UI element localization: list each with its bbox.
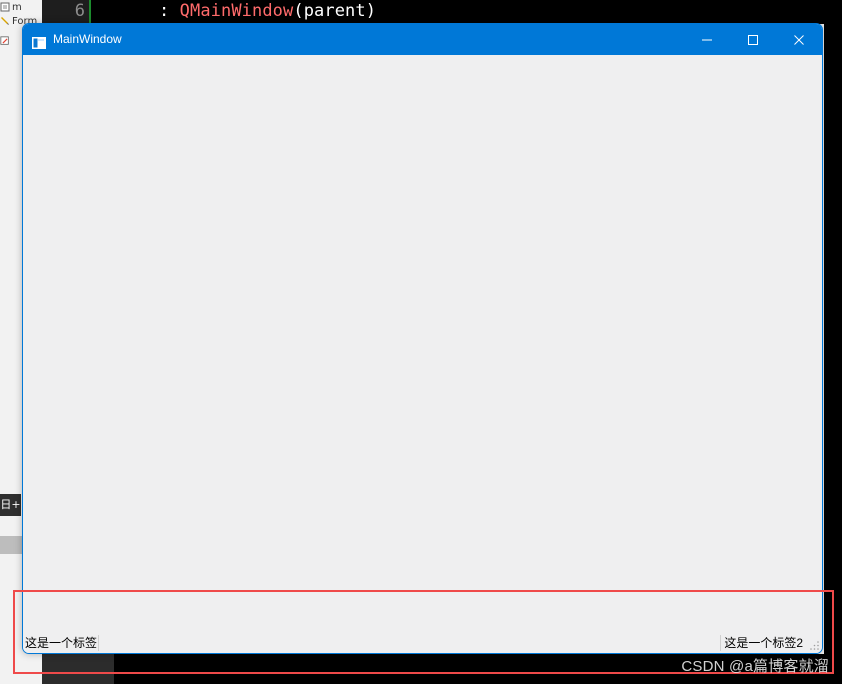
size-grip-icon[interactable] (808, 639, 820, 651)
close-button[interactable] (776, 24, 822, 55)
form-icon (0, 16, 10, 26)
status-label-right: 这是一个标签2 (720, 635, 803, 651)
screen: m Form 6 : QMainWindow(parent) 日+ MainWi… (0, 0, 842, 684)
file-icon (0, 2, 10, 12)
ide-bottom-panel-tab[interactable]: 日+ (0, 494, 21, 516)
central-widget (23, 55, 822, 633)
ide-file-item-label: m (12, 1, 22, 13)
close-icon (794, 34, 804, 45)
ide-line-gutter: 6 (42, 0, 91, 24)
code-open-parenthesis: ( (293, 1, 304, 21)
window-titlebar[interactable]: MainWindow (23, 24, 822, 55)
minimize-icon (702, 39, 712, 40)
maximize-button[interactable] (730, 24, 776, 55)
edit-form-icon (0, 36, 10, 46)
code-close-parenthesis: ) (365, 1, 377, 21)
code-line: : QMainWindow(parent) (159, 1, 376, 21)
main-window[interactable]: MainWindow 这是一个标签 这是一个标签2 (22, 23, 823, 654)
ide-scroll-indicator (0, 536, 22, 554)
line-number: 6 (74, 1, 85, 21)
status-label-left: 这是一个标签 (25, 635, 100, 651)
maximize-icon (748, 34, 758, 45)
ide-bottom-gray-area (42, 654, 114, 684)
window-controls (684, 24, 822, 55)
window-app-icon (32, 34, 46, 49)
status-bar: 这是一个标签 这是一个标签2 (23, 633, 822, 653)
code-class-name: QMainWindow (179, 1, 294, 21)
minimize-button[interactable] (684, 24, 730, 55)
window-title: MainWindow (53, 32, 122, 46)
csdn-watermark: CSDN @a篇博客就溜 (681, 658, 829, 675)
code-colon: : (159, 1, 180, 21)
ide-code-editor[interactable]: : QMainWindow(parent) (91, 0, 842, 24)
ide-right-background (824, 24, 842, 654)
code-parameter: parent (303, 1, 366, 21)
